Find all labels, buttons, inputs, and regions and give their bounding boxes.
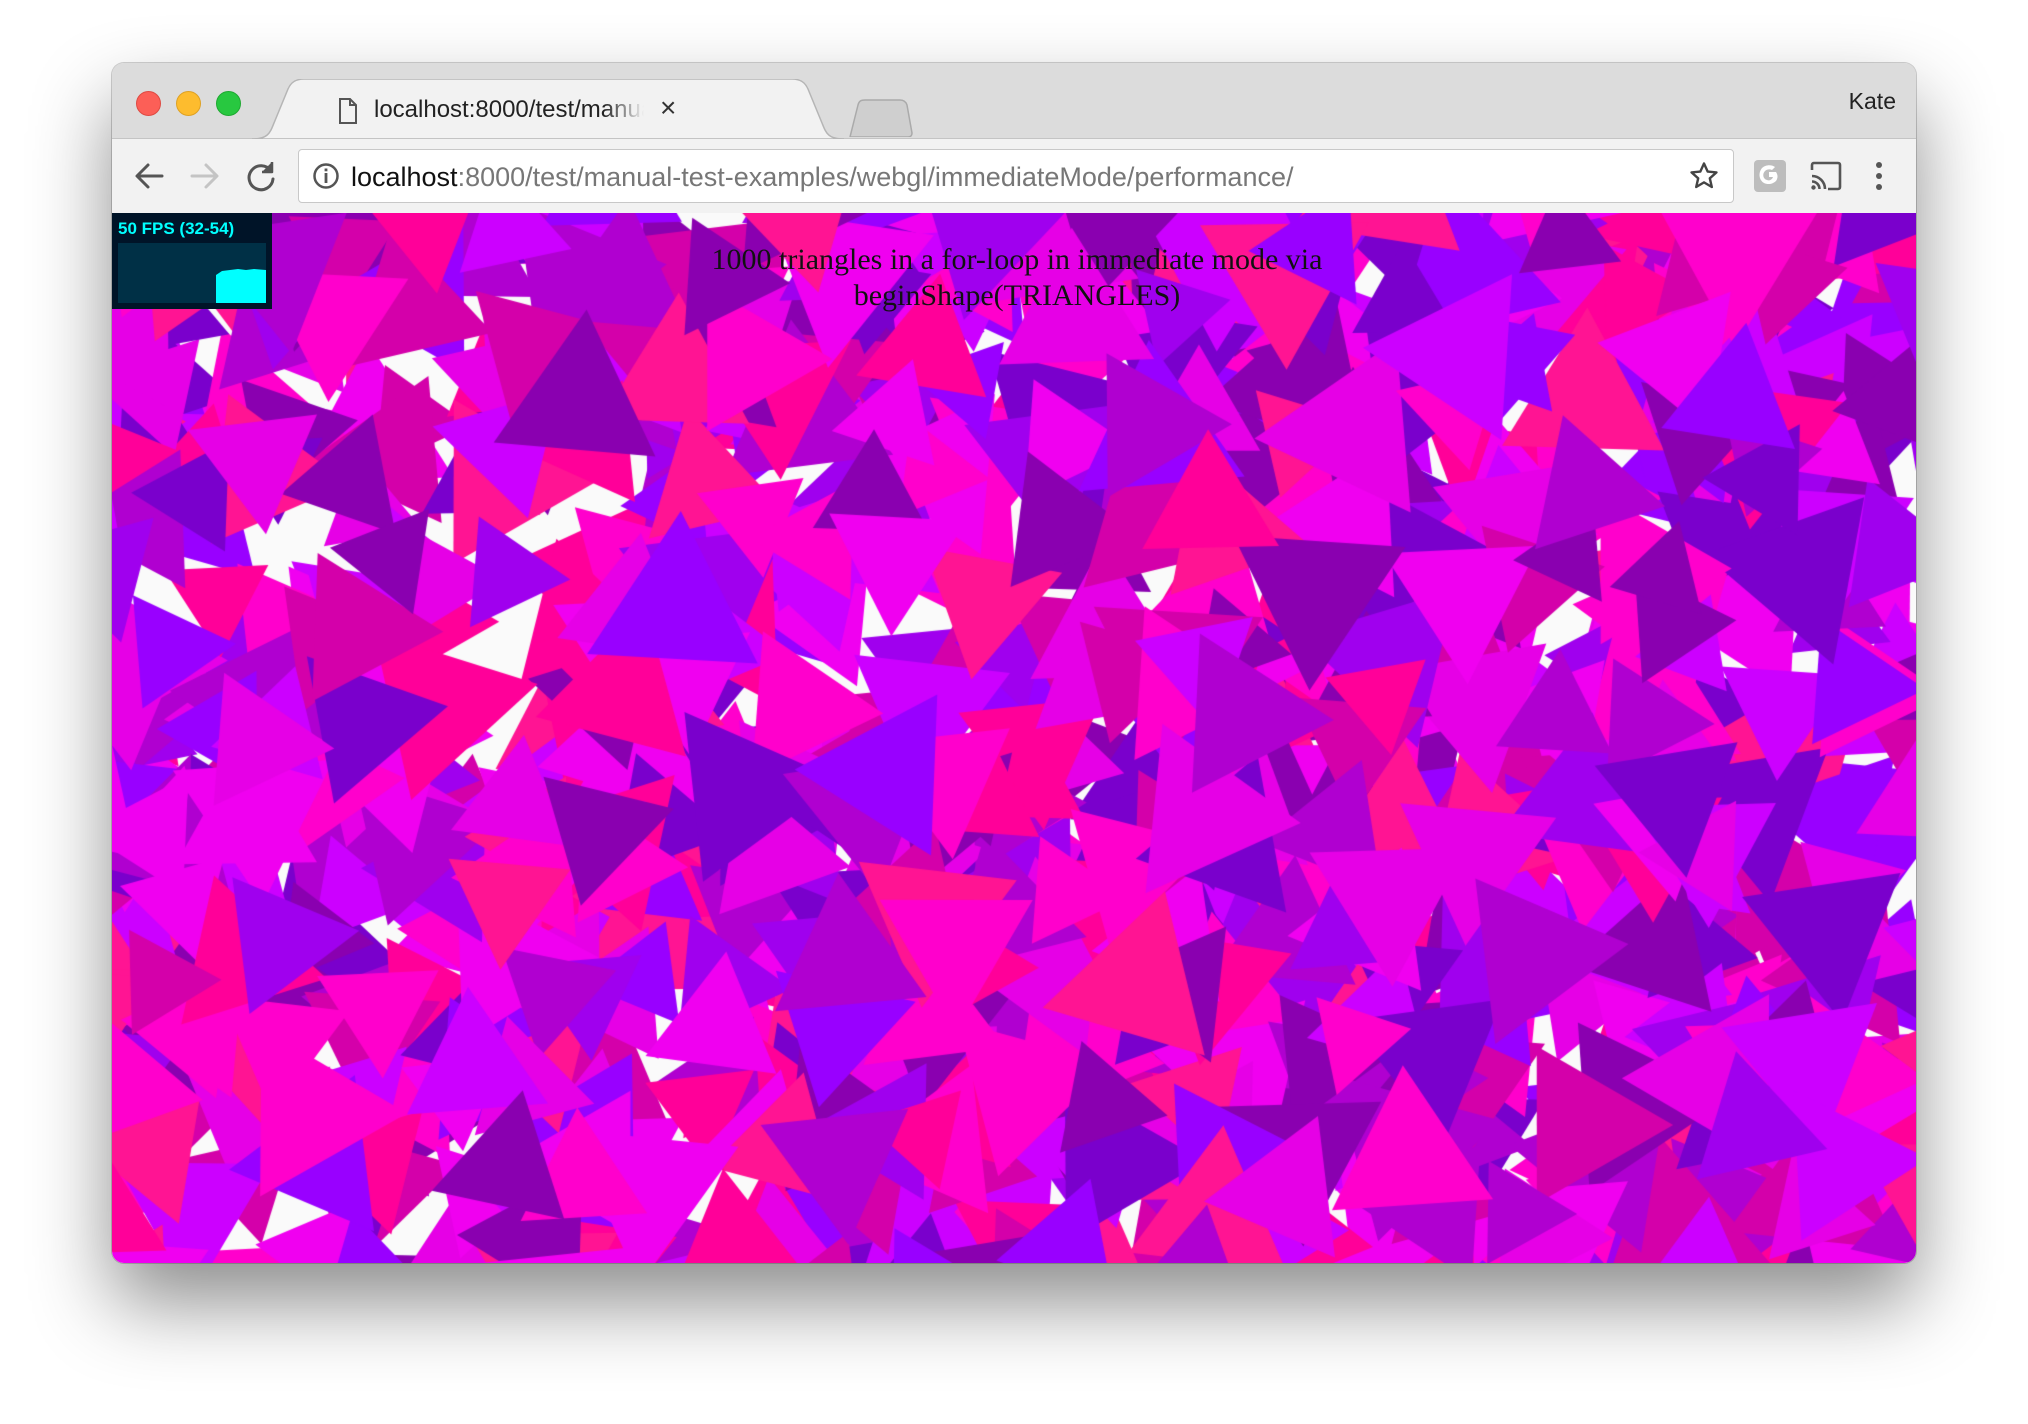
profile-name[interactable]: Kate xyxy=(1849,88,1896,115)
page-viewport[interactable]: 1000 triangles in a for-loop in immediat… xyxy=(112,213,1916,1263)
minimize-window-button[interactable] xyxy=(176,91,201,116)
bookmark-star-icon[interactable] xyxy=(1689,161,1719,191)
page-icon xyxy=(339,98,357,124)
address-bar[interactable]: localhost:8000/test/manual-test-examples… xyxy=(298,149,1734,203)
tab-close-button[interactable]: × xyxy=(660,94,676,122)
sketch-caption: 1000 triangles in a for-loop in immediat… xyxy=(711,243,1323,312)
fps-counter: 50 FPS (32-54) xyxy=(112,213,272,309)
info-icon[interactable] xyxy=(312,162,340,190)
back-icon[interactable] xyxy=(132,159,166,193)
title-bar: localhost:8000/test/manual-test-examples… xyxy=(112,63,1916,139)
fps-graph xyxy=(118,243,266,303)
close-window-button[interactable] xyxy=(136,91,161,116)
reload-icon[interactable] xyxy=(244,159,278,193)
google-extension-icon[interactable] xyxy=(1752,158,1788,194)
url-host: localhost xyxy=(351,162,458,192)
triangles-sketch-canvas[interactable] xyxy=(112,213,1916,1263)
fps-label: 50 FPS (32-54) xyxy=(118,219,235,238)
zoom-window-button[interactable] xyxy=(216,91,241,116)
url-text[interactable]: localhost:8000/test/manual-test-examples… xyxy=(351,162,1293,193)
tab-title: localhost:8000/test/manual-test-examples… xyxy=(374,96,644,123)
cast-icon[interactable] xyxy=(1808,158,1844,194)
forward-icon[interactable] xyxy=(188,159,222,193)
new-tab-button[interactable] xyxy=(848,99,914,137)
menu-icon[interactable] xyxy=(1864,158,1894,194)
browser-window: localhost:8000/test/manual-test-examples… xyxy=(112,63,1916,1263)
url-path: :8000/test/manual-test-examples/webgl/im… xyxy=(457,162,1294,192)
toolbar: localhost:8000/test/manual-test-examples… xyxy=(112,139,1916,214)
